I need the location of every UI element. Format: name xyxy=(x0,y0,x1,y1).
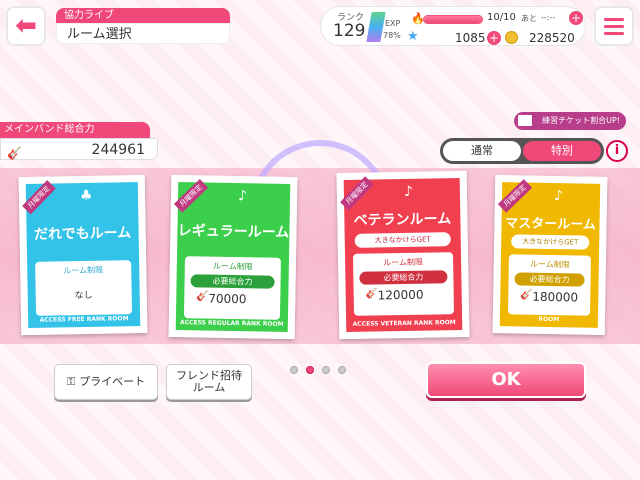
page-dot[interactable] xyxy=(338,366,346,374)
card-master-bonus: 大きなかけらGET xyxy=(511,234,590,250)
card-free-panel-label: ルーム制限 xyxy=(63,265,104,276)
music-note-icon: ♪ xyxy=(553,188,564,205)
back-button[interactable]: ⬅ xyxy=(6,6,46,46)
music-note-icon: ♪ xyxy=(237,188,248,205)
room-type-tabs: 通常 特別 xyxy=(440,138,604,164)
card-master-face: 月曜限定 ♪ マスタールーム 大きなかけらGET ルーム制限 必要総合力 🎸 18… xyxy=(497,179,601,328)
card-regular-ribbon: 月曜限定 xyxy=(173,178,209,213)
card-veteran-req: 🎸 120000 xyxy=(354,287,454,303)
card-free-panel-value: なし xyxy=(74,290,93,302)
player-status: ランク 129 EXP 78% 🔥 10/10 あと --:-- + ★ 108… xyxy=(320,6,586,46)
guitar-icon: 🎸 xyxy=(365,288,379,300)
room-card-regular[interactable]: 月曜限定 ♪ レギュラールーム ルーム制限 必要総合力 🎸 70000 ACCES… xyxy=(168,174,298,340)
band-power: メインバンド総合力 🎸 244961 xyxy=(0,122,158,162)
card-master-ribbon: 月曜限定 xyxy=(497,179,533,213)
card-regular-panel-label: ルーム制限 xyxy=(212,261,253,272)
card-regular-name: レギュラールーム xyxy=(177,223,290,241)
page-dot-active[interactable] xyxy=(306,366,314,374)
card-free-panel: ルーム制限 なし xyxy=(35,260,133,316)
card-veteran-panel: ルーム制限 必要総合力 🎸 120000 xyxy=(352,252,455,316)
page-dot[interactable] xyxy=(322,366,330,374)
stars-plus-button[interactable]: + xyxy=(487,31,501,45)
guitar-icon: 🎸 xyxy=(520,289,533,301)
heart-clover-icon: ♣ xyxy=(79,187,93,205)
tab-normal[interactable]: 通常 xyxy=(443,141,521,161)
card-free-face: 月曜限定 ♣ だれでもルーム ルーム制限 なし ACCESS FREE RANK… xyxy=(22,180,141,328)
music-note-icon: ♪ xyxy=(403,183,413,200)
card-regular-req-value: 70000 xyxy=(208,291,247,307)
guitar-icon: 🎸 xyxy=(196,291,209,303)
ticket-banner-text: 練習チケット割合UP! xyxy=(542,116,620,125)
card-regular-face: 月曜限定 ♪ レギュラールーム ルーム制限 必要総合力 🎸 70000 ACCES… xyxy=(173,178,291,332)
page-dot[interactable] xyxy=(290,366,298,374)
screen-title: 協力ライブ ルーム選択 xyxy=(56,8,230,44)
band-power-value: 244961 xyxy=(91,142,145,158)
remaining-label: あと xyxy=(521,14,537,23)
stars-value: 1085 xyxy=(455,31,486,45)
card-master-panel: ルーム制限 必要総合力 🎸 180000 xyxy=(507,254,591,316)
card-master-panel-label: ルーム制限 xyxy=(529,259,570,270)
screen-subtitle: 協力ライブ xyxy=(56,8,230,23)
card-veteran-ribbon: 月曜限定 xyxy=(340,176,374,211)
band-power-value-box: 🎸 244961 xyxy=(0,138,158,160)
card-veteran-req-value: 120000 xyxy=(377,287,424,303)
card-regular-footer: ACCESS REGULAR RANK ROOM xyxy=(180,319,284,328)
rank-value: 129 xyxy=(333,21,366,41)
card-veteran-req-label: 必要総合力 xyxy=(359,270,448,285)
friend-invite-line2: ルーム xyxy=(192,381,226,394)
room-card-master[interactable]: 月曜限定 ♪ マスタールーム 大きなかけらGET ルーム制限 必要総合力 🎸 18… xyxy=(492,175,608,335)
back-arrow-icon: ⬅ xyxy=(15,11,37,41)
room-card-veteran[interactable]: 月曜限定 ♪ ベテランルーム 大きなかけらGET ルーム制限 必要総合力 🎸 12… xyxy=(336,170,470,340)
card-veteran-bonus: 大きなかけらGET xyxy=(354,232,451,248)
info-button[interactable]: i xyxy=(606,140,628,162)
card-regular-panel: ルーム制限 必要総合力 🎸 70000 xyxy=(183,256,281,320)
card-free-name: だれでもルーム xyxy=(33,225,132,243)
guitar-icon: 🎸 xyxy=(7,146,22,160)
card-free-ribbon: 月曜限定 xyxy=(22,180,56,215)
ok-button[interactable]: OK xyxy=(426,362,586,398)
private-button-label: プライベート xyxy=(79,375,146,388)
card-veteran-name: ベテランルーム xyxy=(353,211,452,229)
stamina-fill xyxy=(424,16,482,23)
card-veteran-footer: ACCESS VETERAN RANK ROOM xyxy=(352,319,456,328)
private-button[interactable]: ⚿ プライベート xyxy=(54,364,158,400)
ticket-icon xyxy=(517,114,533,127)
stamina-value: 10/10 xyxy=(487,12,516,23)
stamina-plus-button[interactable]: + xyxy=(569,11,583,25)
friend-invite-button[interactable]: フレンド招待 ルーム xyxy=(166,364,252,400)
card-veteran-panel-label: ルーム制限 xyxy=(383,257,424,268)
stamina-bar xyxy=(423,15,483,24)
key-icon: ⚿ xyxy=(66,375,76,388)
card-regular-req: 🎸 70000 xyxy=(184,291,280,307)
card-regular-req-label: 必要総合力 xyxy=(190,274,275,289)
room-card-free[interactable]: 月曜限定 ♣ だれでもルーム ルーム制限 なし ACCESS FREE RANK… xyxy=(18,174,148,336)
exp-percent: 78% xyxy=(383,31,401,40)
tab-special[interactable]: 特別 xyxy=(523,141,601,161)
exp-label: EXP xyxy=(385,19,401,28)
card-master-footer: ACCESS MASTER RANK ROOM xyxy=(510,308,588,324)
menu-button[interactable] xyxy=(594,6,634,46)
card-veteran-face: 月曜限定 ♪ ベテランルーム 大きなかけらGET ルーム制限 必要総合力 🎸 12… xyxy=(340,176,463,333)
page-indicator xyxy=(290,366,346,374)
star-icon: ★ xyxy=(407,29,419,44)
card-free-footer: ACCESS FREE RANK ROOM xyxy=(39,315,129,324)
card-master-name: マスタールーム xyxy=(505,216,596,233)
card-master-req-label: 必要総合力 xyxy=(514,272,585,287)
coin-icon xyxy=(505,31,518,44)
card-master-req-value: 180000 xyxy=(532,289,579,305)
ticket-banner: 練習チケット割合UP! xyxy=(514,112,626,130)
coins-value: 228520 xyxy=(529,31,575,45)
band-power-label: メインバンド総合力 xyxy=(0,122,150,138)
screen-title-text: ルーム選択 xyxy=(56,23,230,44)
remaining-value: --:-- xyxy=(541,13,556,22)
card-master-req: 🎸 180000 xyxy=(508,289,590,304)
